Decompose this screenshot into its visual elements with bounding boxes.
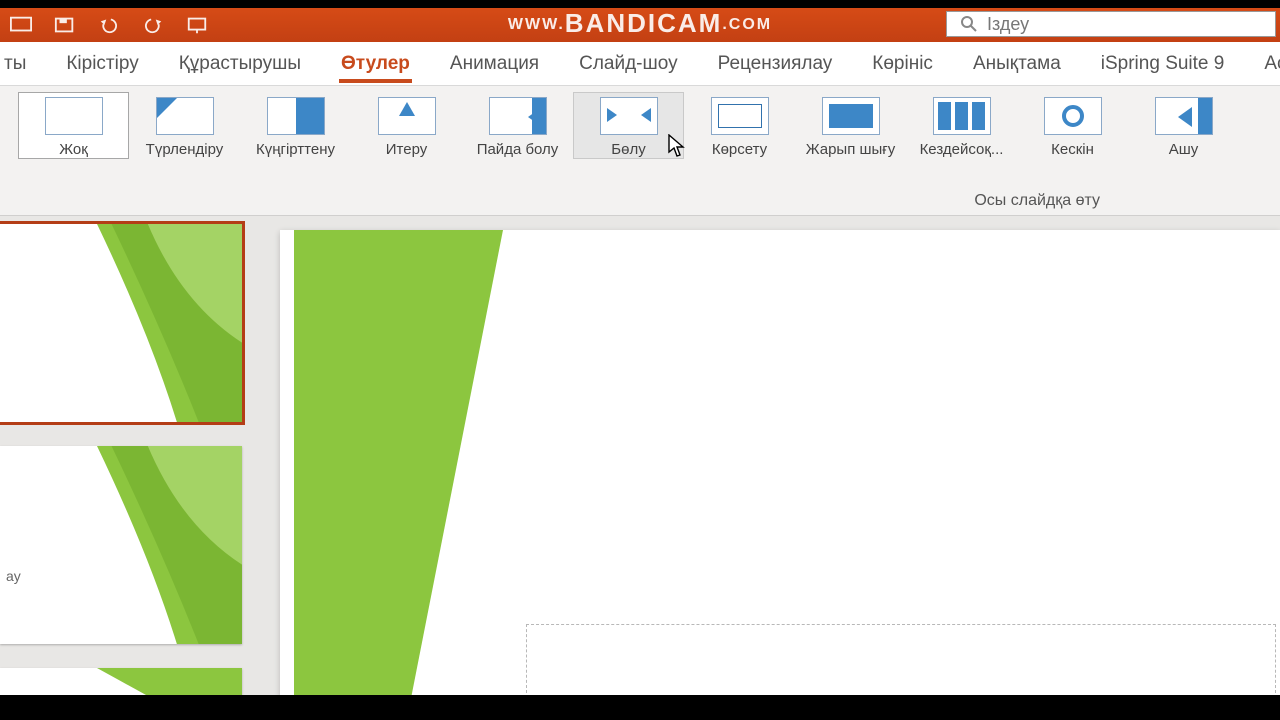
slide-thumbnail-panel[interactable]: ay <box>0 216 254 695</box>
tab-design[interactable]: Құрастырушы <box>159 53 321 85</box>
transitions-gallery: Жоқ Түрлендіру Күңгірттену Итеру Пайда б… <box>0 86 1280 186</box>
mouse-cursor-icon <box>668 134 686 158</box>
transition-appear[interactable]: Пайда болу <box>462 92 573 159</box>
transition-label: Итеру <box>352 141 461 158</box>
transition-fade-icon <box>267 97 325 135</box>
slide-green-shape <box>294 230 514 695</box>
tab-acrobat-partial[interactable]: Acroba <box>1244 53 1280 85</box>
transition-reveal-icon <box>711 97 769 135</box>
tab-review[interactable]: Рецензиялау <box>698 53 853 85</box>
slide-text-fragment: ay <box>6 568 21 584</box>
transition-label: Күңгірттену <box>241 141 350 158</box>
title-bar: WWW.BANDICAM.COM Іздеу <box>0 8 1280 42</box>
gallery-group-label-text: Осы слайдқа өту <box>974 192 1100 210</box>
transition-label: Көрсету <box>685 141 794 158</box>
tab-help[interactable]: Анықтама <box>953 53 1081 85</box>
transition-label: Жоқ <box>19 141 128 158</box>
transition-uncover[interactable]: Ашу <box>1128 92 1239 159</box>
slide-thumb-3-partial[interactable] <box>0 668 242 695</box>
tab-transitions[interactable]: Өтулер <box>321 53 430 85</box>
transition-push[interactable]: Итеру <box>351 92 462 159</box>
text-placeholder[interactable] <box>526 624 1276 695</box>
search-icon <box>961 16 977 32</box>
transition-random-icon <box>933 97 991 135</box>
transition-label: Бөлу <box>574 141 683 158</box>
green-swoosh-icon <box>97 446 242 644</box>
transition-shape[interactable]: Кескін <box>1017 92 1128 159</box>
start-slideshow-icon[interactable] <box>186 16 208 34</box>
transition-label: Кездейсоқ... <box>907 141 1016 158</box>
search-box[interactable]: Іздеу <box>946 11 1276 37</box>
undo-icon[interactable] <box>98 16 120 34</box>
slide-thumb-1[interactable] <box>0 224 242 422</box>
save-icon[interactable] <box>54 16 76 34</box>
transition-label: Ашу <box>1129 141 1238 158</box>
gallery-group-label: Осы слайдқа өту <box>0 186 1280 216</box>
transition-cut-icon <box>822 97 880 135</box>
quick-access-toolbar <box>0 16 208 34</box>
tab-animation[interactable]: Анимация <box>430 53 559 85</box>
green-swoosh-icon <box>97 224 242 422</box>
transition-none[interactable]: Жоқ <box>18 92 129 159</box>
transition-morph[interactable]: Түрлендіру <box>129 92 240 159</box>
tab-insert[interactable]: Кірістіру <box>46 53 158 85</box>
transition-reveal[interactable]: Көрсету <box>684 92 795 159</box>
green-swoosh-icon <box>97 668 242 695</box>
redo-icon[interactable] <box>142 16 164 34</box>
transition-label: Пайда болу <box>463 141 572 158</box>
transition-fade[interactable]: Күңгірттену <box>240 92 351 159</box>
presentation-icon <box>10 16 32 34</box>
slide-canvas-area <box>254 216 1280 695</box>
ribbon-tabs: ты Кірістіру Құрастырушы Өтулер Анимация… <box>0 42 1280 86</box>
tab-ispring[interactable]: iSpring Suite 9 <box>1081 53 1245 85</box>
tab-view[interactable]: Көрініс <box>852 53 953 85</box>
tab-home-partial[interactable]: ты <box>0 53 46 85</box>
transition-shape-icon <box>1044 97 1102 135</box>
transition-uncover-icon <box>1155 97 1213 135</box>
workspace: ay <box>0 216 1280 695</box>
transition-label: Кескін <box>1018 141 1127 158</box>
transition-appear-icon <box>489 97 547 135</box>
transition-morph-icon <box>156 97 214 135</box>
transition-none-icon <box>45 97 103 135</box>
transition-label: Жарып шығу <box>796 141 905 158</box>
transition-label: Түрлендіру <box>130 141 239 158</box>
slide-canvas[interactable] <box>280 230 1280 695</box>
transition-cut[interactable]: Жарып шығу <box>795 92 906 159</box>
tab-slideshow[interactable]: Слайд-шоу <box>559 53 698 85</box>
transition-push-icon <box>378 97 436 135</box>
search-placeholder: Іздеу <box>987 14 1029 35</box>
transition-random[interactable]: Кездейсоқ... <box>906 92 1017 159</box>
transition-split-icon <box>600 97 658 135</box>
powerpoint-window: WWW.BANDICAM.COM Іздеу ты Кірістіру Құра… <box>0 8 1280 695</box>
slide-thumb-2[interactable]: ay <box>0 446 242 644</box>
